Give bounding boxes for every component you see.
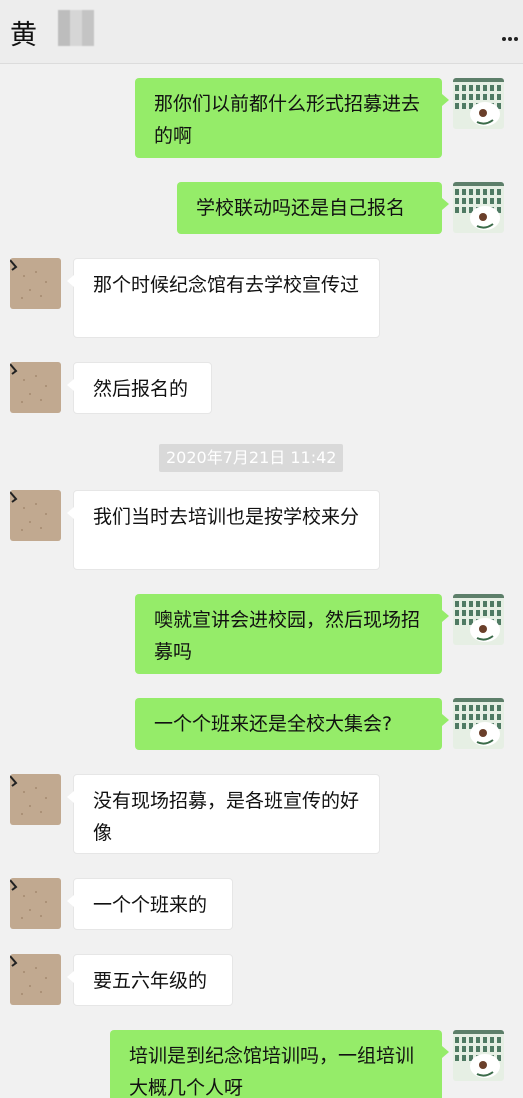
message-text: 那你们以前都什么形式招募进去的啊 xyxy=(154,93,421,147)
contact-name: 黄 xyxy=(10,20,37,51)
outgoing-message-bubble[interactable]: 噢就宣讲会进校园，然后现场招募吗 xyxy=(135,594,449,674)
bubble-tail xyxy=(67,791,74,803)
bubble-tail xyxy=(442,610,449,622)
contact-name-blurred xyxy=(58,10,94,46)
bubble-tail xyxy=(442,1046,449,1058)
incoming-message-bubble[interactable]: 要五六年级的 xyxy=(67,954,233,1006)
outgoing-message-bubble[interactable]: 那你们以前都什么形式招募进去的啊 xyxy=(135,78,449,158)
outgoing-message-bubble[interactable]: 一个个班来还是全校大集会? xyxy=(135,698,449,750)
timestamp-badge: 2020年7月21日 11:42 xyxy=(159,444,344,472)
incoming-message-bubble[interactable]: 没有现场招募，是各班宣传的好像 xyxy=(67,774,380,854)
bubble-tail xyxy=(442,94,449,106)
contact-avatar[interactable] xyxy=(10,878,61,929)
chat-window: 黄 那你们以前都什么形式招募进去的啊 学校联动吗还是自己报名 那个时候纪念馆有去… xyxy=(0,0,523,1098)
contact-avatar[interactable] xyxy=(10,362,61,413)
contact-avatar[interactable] xyxy=(10,954,61,1005)
message-text: 然后报名的 xyxy=(93,378,189,400)
my-avatar[interactable] xyxy=(453,698,504,749)
message-text: 学校联动吗还是自己报名 xyxy=(196,197,406,219)
my-avatar[interactable] xyxy=(453,1030,504,1081)
bubble-tail xyxy=(442,198,449,210)
bubble-tail xyxy=(67,895,74,907)
message-text: 我们当时去培训也是按学校来分 xyxy=(93,506,360,528)
message-text: 那个时候纪念馆有去学校宣传过 xyxy=(93,274,360,296)
contact-avatar[interactable] xyxy=(10,490,61,541)
message-text: 噢就宣讲会进校园，然后现场招募吗 xyxy=(154,609,421,663)
incoming-message-bubble[interactable]: 我们当时去培训也是按学校来分 xyxy=(67,490,380,570)
more-dots-icon[interactable] xyxy=(501,36,519,42)
contact-avatar[interactable] xyxy=(10,258,61,309)
my-avatar[interactable] xyxy=(453,78,504,129)
incoming-message-bubble[interactable]: 一个个班来的 xyxy=(67,878,233,930)
bubble-tail xyxy=(67,275,74,287)
message-text: 要五六年级的 xyxy=(93,970,208,992)
my-avatar[interactable] xyxy=(453,594,504,645)
message-text: 一个个班来的 xyxy=(93,894,208,916)
incoming-message-bubble[interactable]: 那个时候纪念馆有去学校宣传过 xyxy=(67,258,380,338)
incoming-message-bubble[interactable]: 然后报名的 xyxy=(67,362,212,414)
chat-header: 黄 xyxy=(0,0,523,64)
message-text: 培训是到纪念馆培训吗，一组培训大概几个人呀 xyxy=(129,1045,415,1098)
message-text: 一个个班来还是全校大集会? xyxy=(154,713,393,735)
contact-avatar[interactable] xyxy=(10,774,61,825)
message-text: 没有现场招募，是各班宣传的好像 xyxy=(93,790,360,844)
my-avatar[interactable] xyxy=(453,182,504,233)
bubble-tail xyxy=(67,507,74,519)
outgoing-message-bubble[interactable]: 培训是到纪念馆培训吗，一组培训大概几个人呀 xyxy=(110,1030,449,1098)
bubble-tail xyxy=(67,971,74,983)
outgoing-message-bubble[interactable]: 学校联动吗还是自己报名 xyxy=(177,182,449,234)
bubble-tail xyxy=(67,379,74,391)
bubble-tail xyxy=(442,714,449,726)
